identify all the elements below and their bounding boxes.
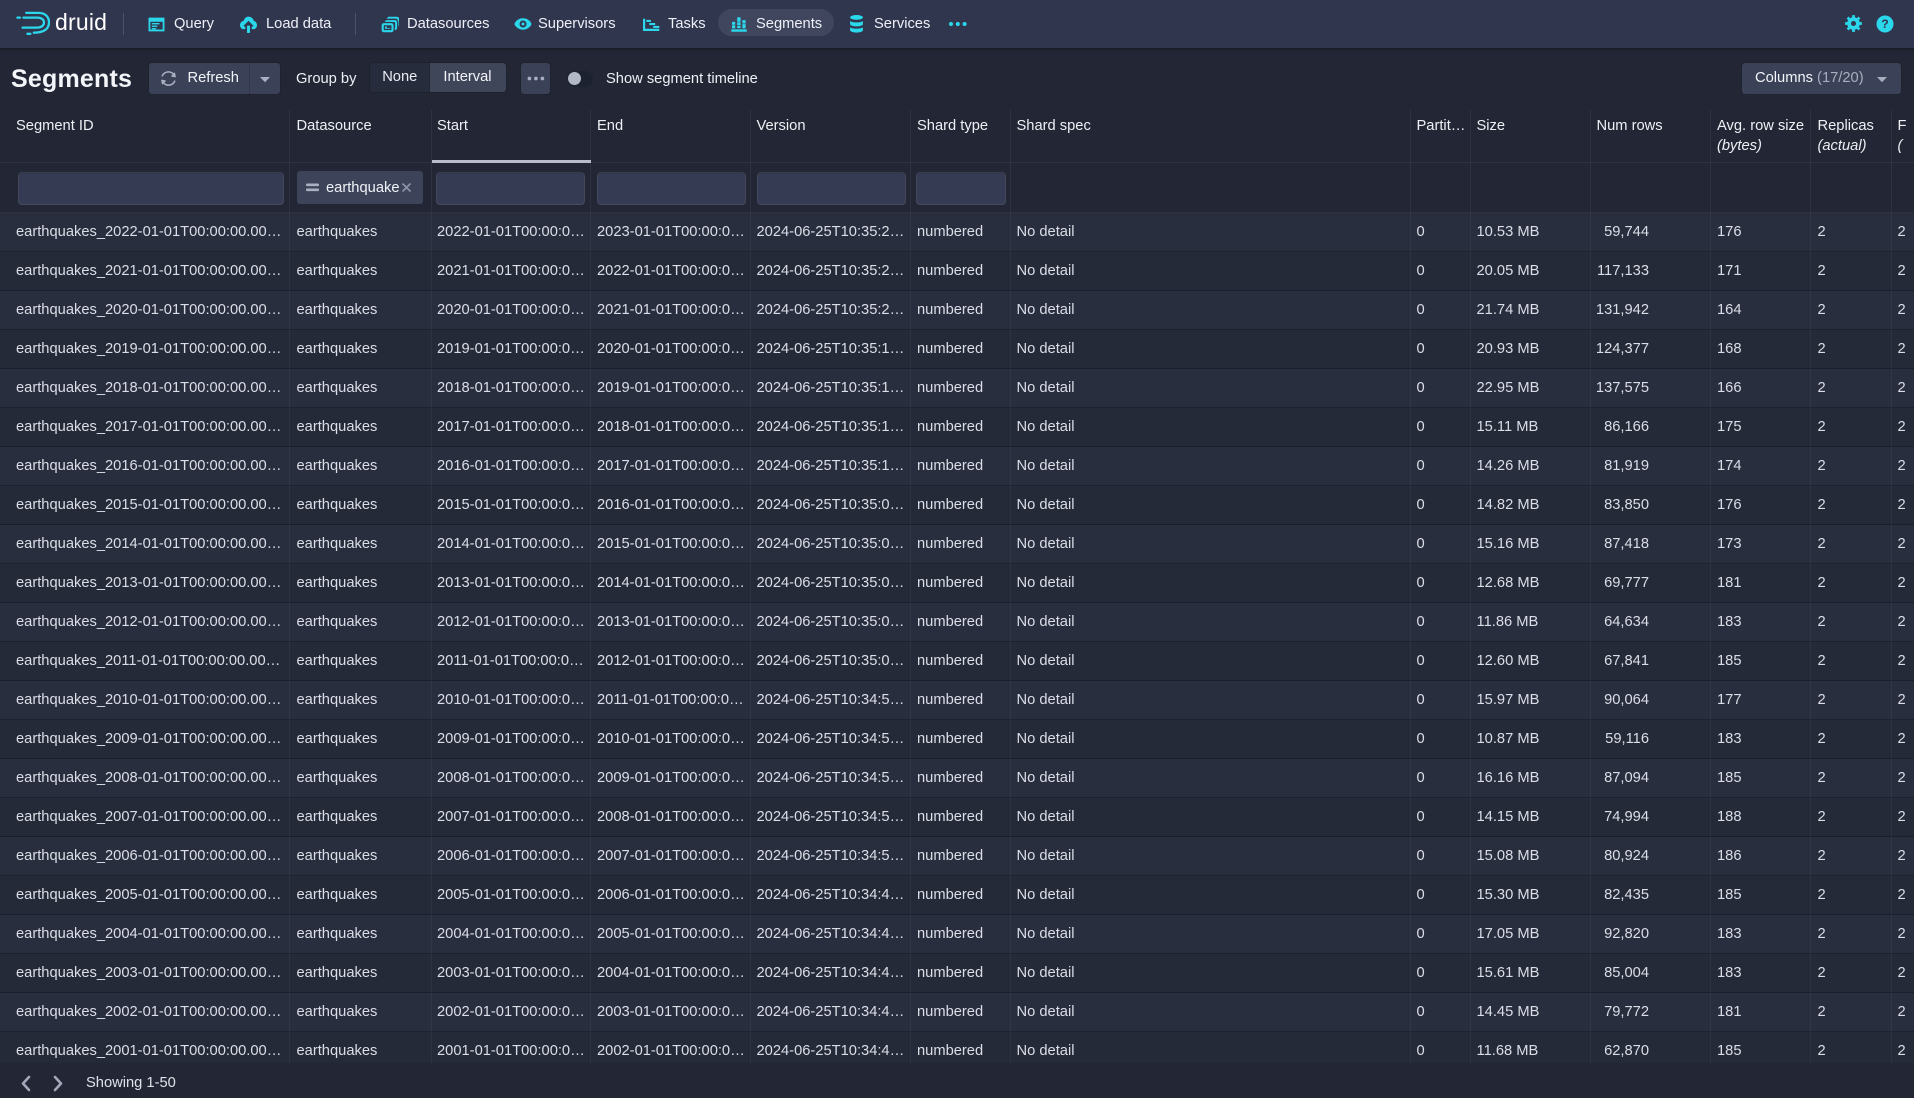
svg-text:?: ?: [1881, 17, 1888, 31]
